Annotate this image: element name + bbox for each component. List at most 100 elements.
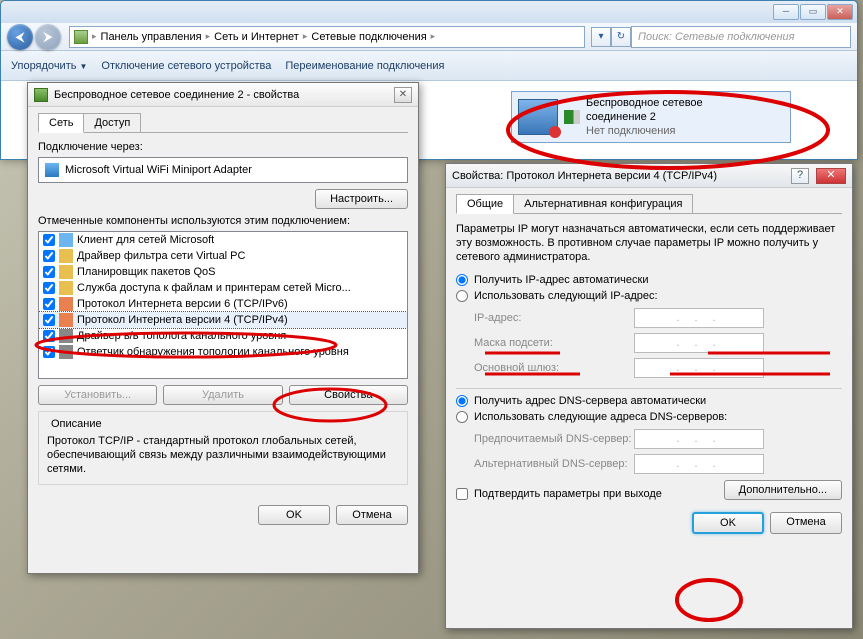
address-bar[interactable]: ▸ Панель управления ▸ Сеть и Интернет ▸ … (69, 26, 585, 48)
components-label: Отмеченные компоненты используются этим … (38, 215, 408, 227)
adapter-field: Microsoft Virtual WiFi Miniport Adapter (38, 157, 408, 183)
info-text: Параметры IP могут назначаться автоматич… (456, 222, 842, 264)
disable-device-cmd[interactable]: Отключение сетевого устройства (101, 60, 271, 72)
checkbox[interactable] (43, 282, 55, 294)
ip-input[interactable]: . . . (634, 308, 764, 328)
search-placeholder: Поиск: Сетевые подключения (638, 31, 795, 43)
list-item-selected: Протокол Интернета версии 4 (TCP/IPv4) (39, 312, 407, 328)
tab-bar: Общие Альтернативная конфигурация (456, 194, 842, 214)
radio-label: Использовать следующие адреса DNS-сервер… (474, 411, 727, 423)
close-button[interactable]: ✕ (394, 87, 412, 103)
service-icon (59, 249, 73, 263)
list-item: Драйвер фильтра сети Virtual PC (39, 248, 407, 264)
network-icon (518, 99, 558, 135)
radio-manual-dns[interactable] (456, 411, 468, 423)
cancel-button[interactable]: Отмена (770, 512, 842, 534)
dialog-titlebar: Свойства: Протокол Интернета версии 4 (T… (446, 164, 852, 188)
minimize-button[interactable]: ─ (773, 4, 799, 20)
confirm-checkbox[interactable] (456, 488, 468, 500)
connection-name: Беспроводное сетевое (586, 96, 703, 110)
dns2-label: Альтернативный DNS-сервер: (474, 458, 634, 470)
mask-input[interactable]: . . . (634, 333, 764, 353)
signal-icon (564, 110, 580, 124)
properties-button[interactable]: Свойства (289, 385, 408, 405)
back-button[interactable]: ⮜ (7, 24, 33, 50)
ipv4-properties-dialog: Свойства: Протокол Интернета версии 4 (T… (445, 163, 853, 629)
help-button[interactable]: ? (791, 168, 809, 184)
checkbox[interactable] (43, 330, 55, 342)
gateway-input[interactable]: . . . (634, 358, 764, 378)
radio-auto-dns[interactable] (456, 395, 468, 407)
connection-status: Нет подключения (586, 124, 703, 138)
checkbox[interactable] (43, 314, 55, 326)
radio-manual-ip[interactable] (456, 290, 468, 302)
adapter-name: Microsoft Virtual WiFi Miniport Adapter (65, 164, 252, 176)
cancel-button[interactable]: Отмена (336, 505, 408, 525)
dialog-title: Свойства: Протокол Интернета версии 4 (T… (452, 170, 785, 182)
close-button[interactable]: ✕ (827, 4, 853, 20)
organize-menu[interactable]: Упорядочить▼ (11, 60, 87, 72)
ok-button[interactable]: OK (692, 512, 764, 534)
refresh-button[interactable]: ↻ (611, 27, 631, 47)
tab-alternate[interactable]: Альтернативная конфигурация (513, 194, 693, 213)
crumb[interactable]: Сетевые подключения (311, 31, 426, 43)
list-item: Служба доступа к файлам и принтерам сете… (39, 280, 407, 296)
titlebar: ─ ▭ ✕ (1, 1, 857, 23)
connection-item-selected[interactable]: Беспроводное сетевое соединение 2 Нет по… (511, 91, 791, 143)
list-item: Планировщик пакетов QoS (39, 264, 407, 280)
service-icon (59, 265, 73, 279)
description-title: Описание (47, 418, 106, 430)
tab-general[interactable]: Общие (456, 194, 514, 214)
dns1-label: Предпочитаемый DNS-сервер: (474, 433, 634, 445)
mask-label: Маска подсети: (474, 337, 634, 349)
crumb[interactable]: Сеть и Интернет (214, 31, 299, 43)
checkbox[interactable] (43, 266, 55, 278)
install-button[interactable]: Установить... (38, 385, 157, 405)
configure-button[interactable]: Настроить... (315, 189, 408, 209)
tab-bar: Сеть Доступ (38, 113, 408, 133)
dns1-input[interactable]: . . . (634, 429, 764, 449)
connect-via-label: Подключение через: (38, 141, 408, 153)
service-icon (59, 281, 73, 295)
checkbox[interactable] (43, 346, 55, 358)
confirm-label: Подтвердить параметры при выходе (474, 488, 662, 500)
advanced-button[interactable]: Дополнительно... (724, 480, 842, 500)
dialog-title: Беспроводное сетевое соединение 2 - свой… (54, 89, 388, 101)
crumb[interactable]: Панель управления (101, 31, 202, 43)
ip-label: IP-адрес: (474, 312, 634, 324)
checkbox[interactable] (43, 298, 55, 310)
dns2-input[interactable]: . . . (634, 454, 764, 474)
tab-network[interactable]: Сеть (38, 113, 84, 133)
radio-label: Получить адрес DNS-сервера автоматически (474, 395, 706, 407)
list-item: Протокол Интернета версии 6 (TCP/IPv6) (39, 296, 407, 312)
description-text: Протокол TCP/IP - стандартный протокол г… (47, 434, 399, 476)
protocol-icon (59, 297, 73, 311)
control-panel-icon (74, 30, 88, 44)
maximize-button[interactable]: ▭ (800, 4, 826, 20)
description-group: Описание Протокол TCP/IP - стандартный п… (38, 411, 408, 485)
radio-label: Использовать следующий IP-адрес: (474, 290, 658, 302)
checkbox[interactable] (43, 250, 55, 262)
network-icon (34, 88, 48, 102)
protocol-icon (59, 313, 73, 327)
close-button[interactable]: ✕ (816, 168, 846, 184)
mapper-icon (59, 329, 73, 343)
checkbox[interactable] (43, 234, 55, 246)
radio-auto-ip[interactable] (456, 274, 468, 286)
forward-button[interactable]: ⮞ (35, 24, 61, 50)
mapper-icon (59, 345, 73, 359)
tab-access[interactable]: Доступ (83, 113, 141, 132)
dropdown-button[interactable]: ▾ (591, 27, 611, 47)
rename-connection-cmd[interactable]: Переименование подключения (285, 60, 444, 72)
list-item: Клиент для сетей Microsoft (39, 232, 407, 248)
remove-button[interactable]: Удалить (163, 385, 282, 405)
ok-button[interactable]: OK (258, 505, 330, 525)
connection-properties-dialog: Беспроводное сетевое соединение 2 - свой… (27, 82, 419, 574)
list-item: Ответчик обнаружения топологии канальног… (39, 344, 407, 360)
search-input[interactable]: Поиск: Сетевые подключения (631, 26, 851, 48)
gateway-label: Основной шлюз: (474, 362, 634, 374)
nav-toolbar: ⮜ ⮞ ▸ Панель управления ▸ Сеть и Интерне… (1, 23, 857, 51)
client-icon (59, 233, 73, 247)
adapter-icon (45, 163, 59, 177)
components-list[interactable]: Клиент для сетей Microsoft Драйвер фильт… (38, 231, 408, 379)
